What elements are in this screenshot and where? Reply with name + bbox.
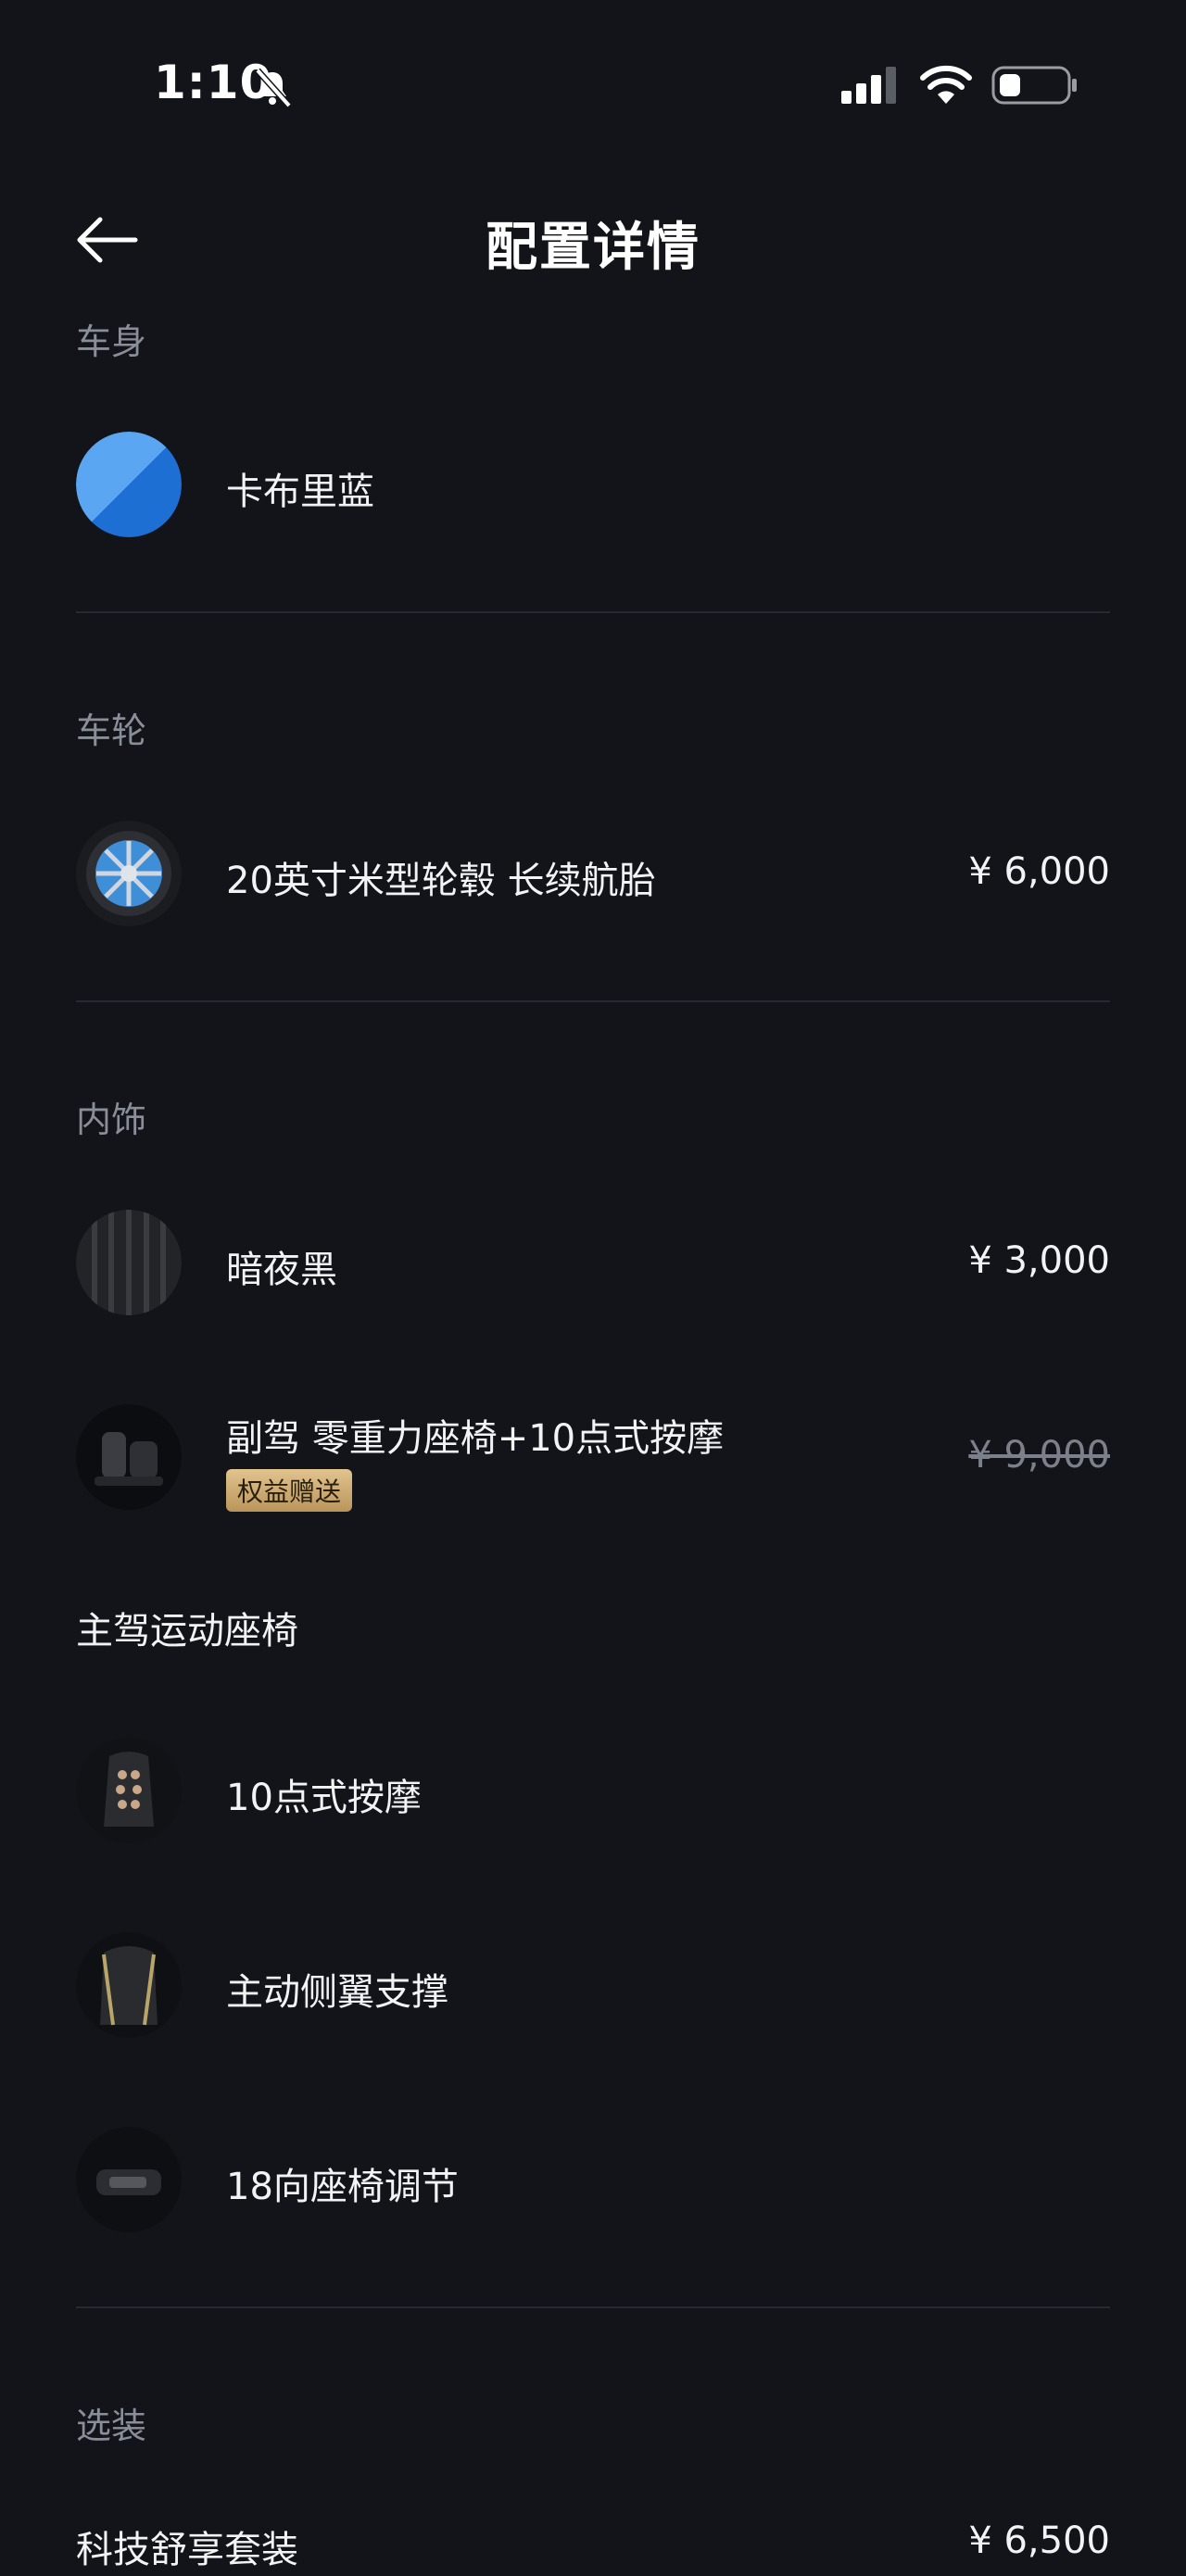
feature-seat-adjust: 18向座椅调节 xyxy=(226,2166,459,2208)
massage-thumbnail xyxy=(76,1738,182,1843)
driver-seat-title: 主驾运动座椅 xyxy=(76,1610,298,1652)
section-label-wheels: 车轮 xyxy=(76,710,147,751)
divider xyxy=(76,611,1110,613)
option-package-name: 科技舒享套装 xyxy=(76,2529,298,2571)
section-label-interior: 内饰 xyxy=(76,1100,147,1140)
cellular-signal-icon xyxy=(841,67,896,104)
gift-badge: 权益赠送 xyxy=(226,1469,353,1512)
wifi-icon xyxy=(920,65,972,104)
color-swatch xyxy=(76,432,182,537)
side-bolster-thumbnail xyxy=(76,1932,182,2038)
interior-color-price: ¥ 3,000 xyxy=(968,1239,1110,1282)
interior-color-name: 暗夜黑 xyxy=(226,1249,337,1291)
wheel-thumbnail xyxy=(76,821,182,926)
divider xyxy=(76,1000,1110,1002)
wheel-price: ¥ 6,000 xyxy=(968,850,1110,893)
seat-adjust-thumbnail xyxy=(76,2127,182,2232)
passenger-seat-thumbnail xyxy=(76,1404,182,1510)
feature-massage: 10点式按摩 xyxy=(226,1777,422,1819)
option-package-price: ¥ 6,500 xyxy=(968,2519,1110,2562)
interior-color-thumbnail xyxy=(76,1210,182,1315)
section-label-options: 选装 xyxy=(76,2406,147,2446)
bell-muted-icon xyxy=(255,68,292,107)
passenger-seat-name: 副驾 零重力座椅+10点式按摩 xyxy=(226,1417,725,1460)
page-title: 配置详情 xyxy=(486,218,700,278)
battery-icon xyxy=(991,66,1077,105)
divider xyxy=(76,2306,1110,2308)
passenger-seat-original-price: ¥ 9,000 xyxy=(968,1434,1110,1476)
feature-side-support: 主动侧翼支撑 xyxy=(226,1971,448,2014)
body-color-name: 卡布里蓝 xyxy=(226,471,374,513)
section-label-body: 车身 xyxy=(76,321,147,362)
wheel-name: 20英寸米型轮毂 长续航胎 xyxy=(226,860,656,902)
